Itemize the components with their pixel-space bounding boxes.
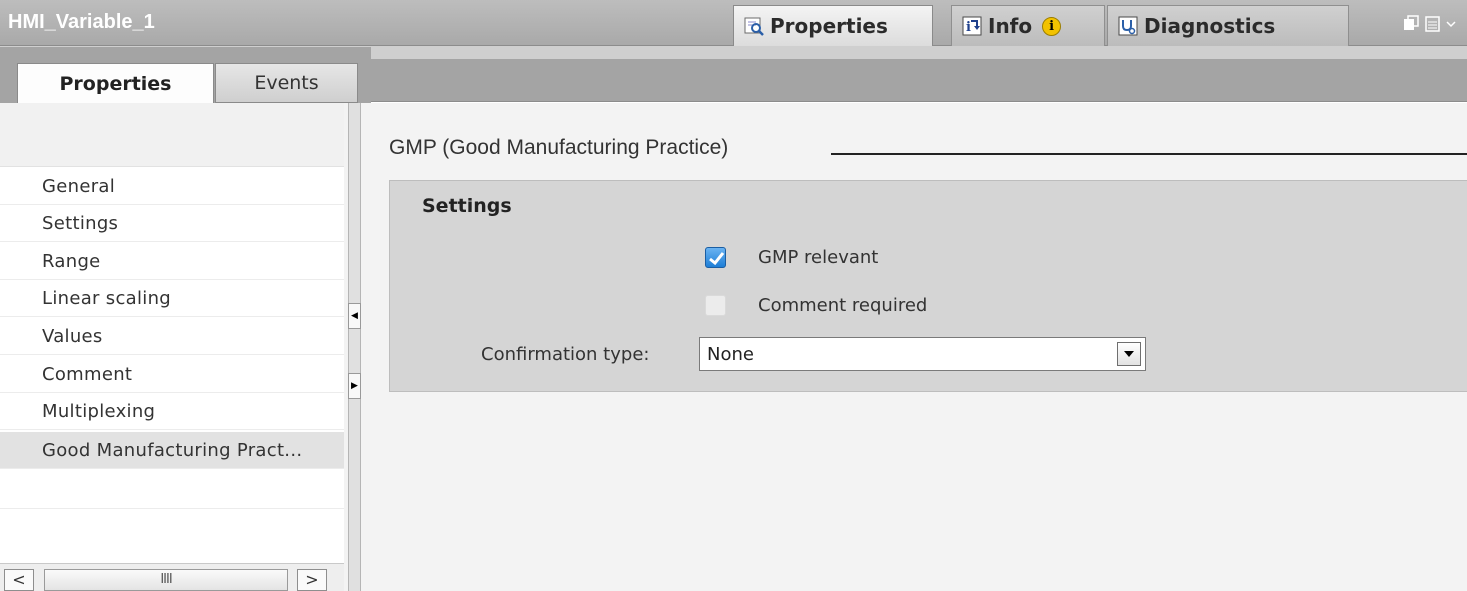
expand-right-icon[interactable]: ▶ [348, 373, 361, 399]
tab-properties[interactable]: Properties [733, 5, 933, 46]
chevron-down-icon [1446, 21, 1456, 28]
window-controls[interactable] [1400, 14, 1467, 34]
confirmation-type-select[interactable] [699, 337, 1146, 371]
comment-required-label: Comment required [758, 295, 928, 316]
scroll-right-button[interactable]: > [297, 569, 327, 591]
sidebar-header-band [0, 103, 344, 167]
section-title: GMP (Good Manufacturing Practice) [389, 136, 729, 159]
sidebar-item-range[interactable]: Range [0, 243, 344, 280]
tab-diagnostics-label: Diagnostics [1144, 14, 1276, 38]
list-icon [1425, 16, 1440, 32]
scroll-thumb[interactable]: IIII [44, 569, 288, 591]
subtab-events[interactable]: Events [215, 63, 358, 103]
gmp-relevant-checkbox[interactable] [705, 247, 726, 268]
tab-info-label: Info [988, 14, 1033, 38]
svg-text:i: i [966, 20, 971, 35]
gmp-relevant-label: GMP relevant [758, 247, 879, 268]
sidebar-item-multiplexing[interactable]: Multiplexing [0, 393, 344, 430]
horizontal-scrollbar[interactable]: < IIII > [0, 563, 344, 591]
subtab-properties[interactable]: Properties [17, 63, 214, 104]
section-divider [831, 153, 1467, 155]
group-title: Settings [422, 195, 512, 217]
sidebar-item-gmp[interactable]: Good Manufacturing Pract... [0, 432, 344, 469]
properties-icon [744, 16, 764, 36]
dropdown-arrow-icon[interactable] [1117, 342, 1141, 366]
restore-icon [1404, 15, 1419, 30]
diagnostics-icon [1118, 16, 1138, 36]
sidebar-item-linear-scaling[interactable]: Linear scaling [0, 280, 344, 317]
comment-required-checkbox[interactable] [705, 295, 726, 316]
info-badge-icon: i [1042, 16, 1062, 36]
sidebar-item-general[interactable]: General [0, 168, 344, 205]
confirmation-type-label: Confirmation type: [481, 344, 650, 365]
tab-info[interactable]: i Info i [951, 5, 1105, 46]
sidebar-item-settings[interactable]: Settings [0, 205, 344, 242]
tab-properties-label: Properties [770, 14, 888, 38]
sidebar-item-values[interactable]: Values [0, 318, 344, 355]
confirmation-type-value: None [707, 344, 754, 365]
tab-diagnostics[interactable]: Diagnostics [1107, 5, 1349, 46]
sidebar-item-comment[interactable]: Comment [0, 356, 344, 393]
scroll-left-button[interactable]: < [4, 569, 34, 591]
info-icon: i [962, 16, 982, 36]
checkmark-icon [709, 252, 725, 266]
splitter-bar[interactable] [348, 103, 361, 591]
window-title: HMI_Variable_1 [8, 11, 155, 33]
sidebar-empty-row [0, 470, 344, 509]
collapse-left-icon[interactable]: ◀ [348, 303, 361, 329]
